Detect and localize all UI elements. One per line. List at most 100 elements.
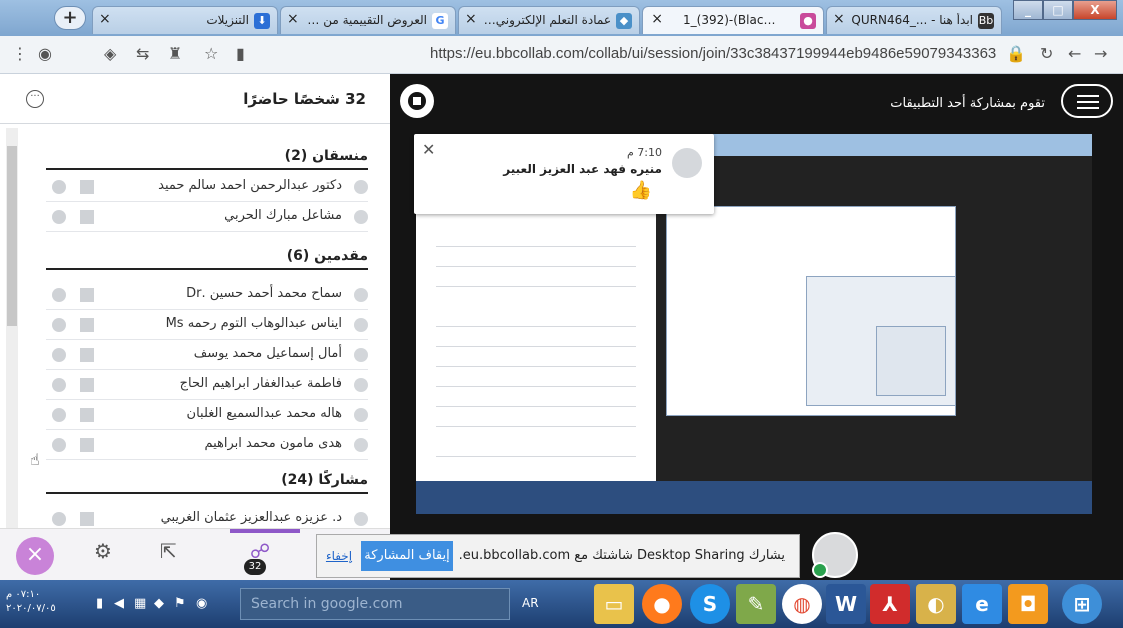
file-explorer-icon[interactable]: ▭ [594,584,634,624]
participant-name: سماح محمد أحمد حسين .Dr [186,286,342,301]
camera-status-icon [80,180,94,194]
mic-status-icon [52,438,66,452]
chrome-icon[interactable]: ◍ [782,584,822,624]
settings-gear-icon[interactable]: ⚙ [94,539,112,563]
close-panel-button[interactable]: × [16,537,54,575]
tab-close-icon[interactable]: × [651,11,663,27]
scrollbar-thumb[interactable] [7,146,17,326]
mic-status-icon [52,408,66,422]
acrobat-icon[interactable]: ⅄ [870,584,910,624]
firefox-icon[interactable]: ● [642,584,682,624]
close-window-button[interactable]: X [1073,0,1117,20]
attendees-count-badge: 32 [244,559,266,575]
avatar [354,348,368,362]
participant-row[interactable]: فاطمة عبدالغفار ابراهيم الحاج [46,370,368,400]
profile-icon[interactable]: ◉ [38,44,52,63]
extension-icon[interactable]: ⇆ [136,44,149,63]
word-icon[interactable]: W [826,584,866,624]
thumbs-up-icon: 👍 [629,180,652,201]
participant-row[interactable]: مشاعل مبارك الحربي [46,202,368,232]
tray-app-icon[interactable]: ◉ [196,596,207,611]
stop-sharing-button[interactable]: إيقاف المشاركة [361,541,453,571]
avatar [354,438,368,452]
participant-name: هدى مامون محمد ابراهيم [204,436,342,451]
media-app-icon[interactable]: ◐ [916,584,956,624]
forward-icon[interactable]: ← [1068,44,1081,63]
paint-icon[interactable]: ✎ [736,584,776,624]
minimize-button[interactable]: _ [1013,0,1043,20]
avatar [354,318,368,332]
hide-bar-button[interactable]: إخفاء [321,541,357,571]
download-icon: ⬇ [254,13,270,29]
signal-icon[interactable]: ▮ [96,596,103,611]
share-content-icon[interactable]: ⇱ [160,539,177,563]
participant-row[interactable]: سماح محمد أحمد حسين .Dr [46,280,368,310]
tab-blackboard-session[interactable]: × 1_(392)-(Black board ● [642,6,824,34]
tab-qurn464[interactable]: × ابدأ هنا - ..._QURN464 Bb [826,6,1002,34]
tab-close-icon[interactable]: × [465,11,477,27]
volume-icon[interactable]: ◀ [114,596,124,611]
participant-row[interactable]: هاله محمد عبدالسميع الغلبان [46,400,368,430]
tab-close-icon[interactable]: × [99,11,111,27]
window-controls: _ □ X [1013,0,1117,20]
language-indicator[interactable]: AR [522,596,539,610]
internet-explorer-icon[interactable]: e [962,584,1002,624]
avatar [672,148,702,178]
participant-name: مشاعل مبارك الحربي [224,208,342,223]
camera-status-icon [80,288,94,302]
selected-indicator [230,529,300,533]
close-icon[interactable]: ✕ [422,140,435,159]
camera-status-icon [80,318,94,332]
reaction-notification: ✕ 7:10 م منيره فهد عبد العزيز العبير 👍 [414,134,714,214]
flag-icon[interactable]: ⚑ [174,596,186,611]
avatar [354,378,368,392]
back-icon[interactable]: → [1094,44,1107,63]
hand-cursor-icon: ☝ [30,450,40,469]
tab-title: ابدأ هنا - ..._QURN464 [851,13,973,27]
user-avatar[interactable] [812,532,858,578]
mic-status-icon [52,210,66,224]
mic-status-icon [52,512,66,526]
mic-status-icon [52,180,66,194]
screen: + × التنزيلات ⬇ × العروض التقييمية من Go… [0,0,1123,628]
tray-app-icon[interactable]: ◆ [154,596,164,611]
new-tab-button[interactable]: + [54,6,86,30]
tab-google-slides[interactable]: × العروض التقييمية من Google G [280,6,456,34]
participant-row[interactable]: هدى مامون محمد ابراهيم [46,430,368,460]
avatar [354,512,368,526]
clock[interactable]: ٠٧:١٠ م ٢٠٢٠/٠٧/٠٥ [6,588,56,616]
more-options-icon[interactable]: ··· [26,90,44,108]
address-bar[interactable]: https://eu.bbcollab.com/collab/ui/sessio… [430,45,996,62]
camera-icon[interactable]: ▮ [236,44,245,63]
camera-status-icon [80,408,94,422]
network-icon[interactable]: ▦ [134,596,146,611]
taskbar-search-input[interactable]: Search in google.com [240,588,510,620]
participant-row[interactable]: دكتور عبدالرحمن احمد سالم حميد [46,172,368,202]
extension-icon[interactable]: ♜ [168,44,182,63]
maximize-button[interactable]: □ [1043,0,1073,20]
reload-icon[interactable]: ↻ [1040,44,1053,63]
participant-row[interactable]: ايناس عبدالوهاب التوم رحمه Ms [46,310,368,340]
tab-elearning[interactable]: × عمادة التعلم الإلكتروني والتعلم ◆ [458,6,640,34]
extension-icon[interactable]: ◈ [104,44,116,63]
section-label: مشاركًا (24) [281,472,368,488]
nested-taskbar [416,481,1092,514]
camera-status-icon [80,378,94,392]
star-bookmark-icon[interactable]: ☆ [204,44,218,63]
session-menu-button[interactable] [1061,84,1113,118]
outlook-icon[interactable]: ◘ [1008,584,1048,624]
menu-dots-icon[interactable]: ⋮ [12,44,28,63]
participant-name: دكتور عبدالرحمن احمد سالم حميد [158,178,342,193]
start-button[interactable]: ⊞ [1062,584,1102,624]
participant-name: أمال إسماعيل محمد يوسف [193,346,342,361]
tab-close-icon[interactable]: × [833,11,845,27]
diamond-icon: ◆ [616,13,632,29]
scrollbar[interactable] [6,128,18,568]
camera-status-icon [80,348,94,362]
tab-title: التنزيلات [206,13,249,27]
participant-row[interactable]: أمال إسماعيل محمد يوسف [46,340,368,370]
recording-indicator-icon[interactable] [400,84,434,118]
tab-close-icon[interactable]: × [287,11,299,27]
tab-downloads[interactable]: × التنزيلات ⬇ [92,6,278,34]
skype-icon[interactable]: S [690,584,730,624]
